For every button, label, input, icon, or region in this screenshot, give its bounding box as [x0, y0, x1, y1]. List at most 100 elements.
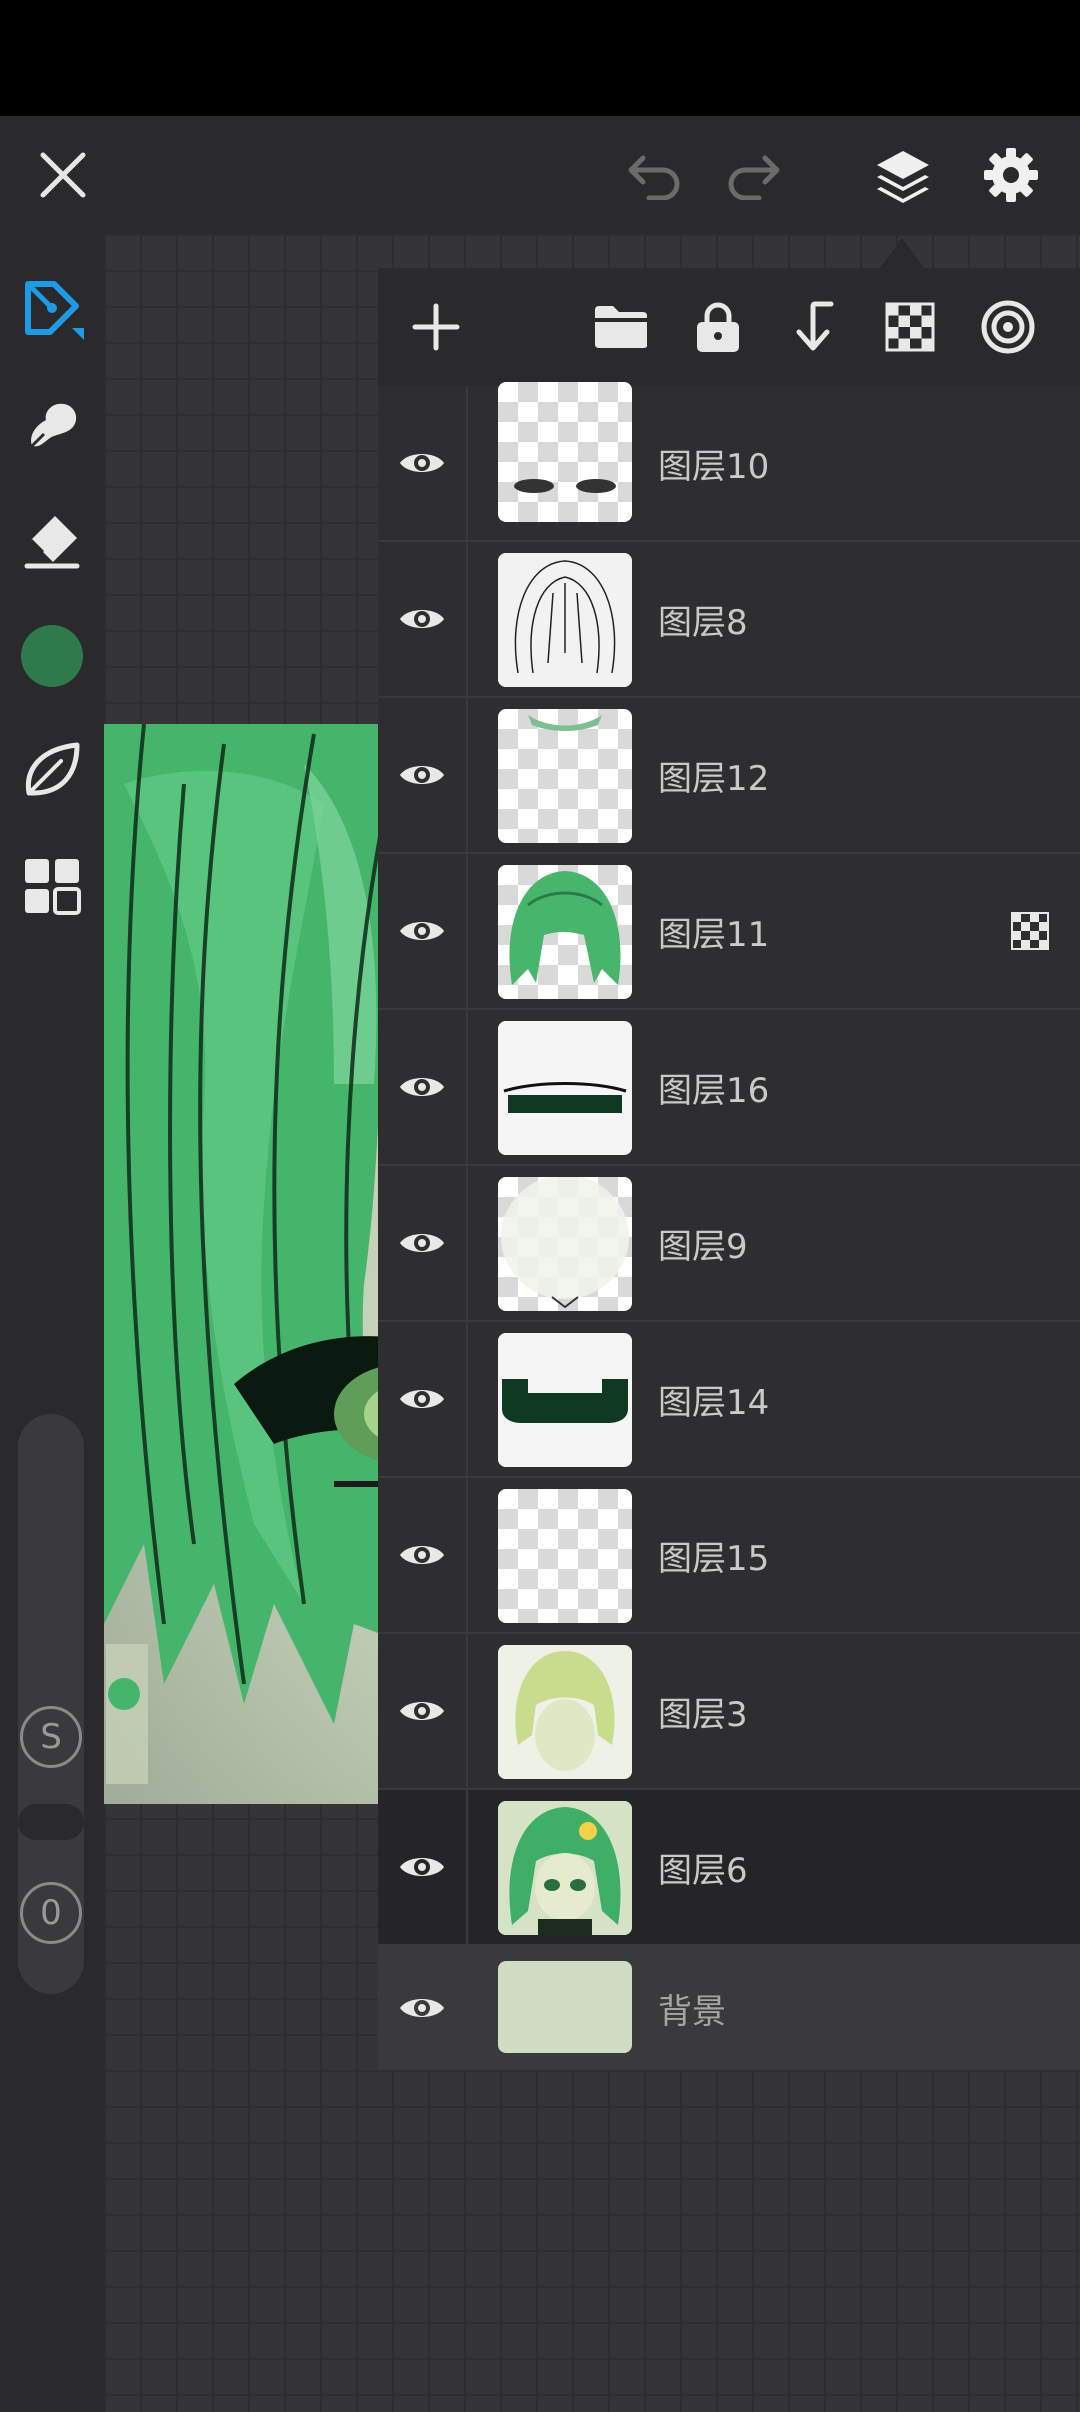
top-bar	[0, 116, 1080, 234]
new-folder-button[interactable]	[581, 268, 661, 386]
row-divider	[466, 1478, 468, 1632]
left-toolbar: S 0	[0, 234, 104, 2412]
row-divider	[466, 386, 468, 540]
eye-icon	[400, 1390, 444, 1408]
layer-row[interactable]: 图层9	[378, 1166, 1080, 1322]
status-bar	[0, 0, 1080, 116]
row-divider	[466, 698, 468, 852]
lock-icon	[697, 302, 739, 352]
layers-button[interactable]	[848, 116, 958, 234]
layer-name: 背景	[658, 1991, 726, 2032]
layer-thumbnail	[498, 1021, 632, 1155]
layer-row[interactable]: 图层16	[378, 1010, 1080, 1166]
undo-button[interactable]	[600, 116, 710, 234]
blend-icon	[981, 300, 1035, 354]
color-picker-button[interactable]	[0, 606, 104, 706]
add-layer-button[interactable]	[396, 268, 476, 386]
eye-icon	[400, 610, 444, 628]
layer-thumbnail	[498, 709, 632, 843]
merge-down-icon	[796, 301, 834, 351]
layer-row[interactable]: 图层15	[378, 1478, 1080, 1634]
visibility-toggle[interactable]	[378, 386, 466, 540]
row-divider	[466, 542, 468, 696]
redo-icon	[728, 155, 780, 200]
layer-row[interactable]: 图层8	[378, 542, 1080, 698]
visibility-toggle[interactable]	[378, 1478, 466, 1632]
eye-icon	[400, 454, 444, 472]
brush-library-button[interactable]	[0, 720, 104, 820]
layer-name: 图层8	[658, 602, 748, 643]
eye-icon	[400, 1702, 444, 1720]
layer-name: 图层12	[658, 758, 770, 799]
visibility-toggle[interactable]	[378, 1946, 466, 2070]
smudge-icon	[30, 403, 77, 448]
layer-name: 图层10	[658, 446, 770, 487]
close-icon	[40, 152, 86, 198]
settings-button[interactable]	[956, 116, 1066, 234]
eye-icon	[400, 1546, 444, 1564]
layer-row[interactable]: 图层14	[378, 1322, 1080, 1478]
size-label: S	[20, 1706, 82, 1768]
leaf-brush-icon	[25, 742, 80, 796]
eye-icon	[400, 1078, 444, 1096]
transparency-button[interactable]	[870, 268, 950, 386]
background-color-thumbnail	[498, 1961, 632, 2053]
pen-tool-button[interactable]	[0, 258, 104, 358]
layer-thumbnail	[498, 1645, 632, 1779]
layer-row[interactable]: 图层10	[378, 382, 1080, 542]
layer-row[interactable]: 图层3	[378, 1634, 1080, 1790]
eye-icon	[400, 1234, 444, 1252]
close-button[interactable]	[8, 116, 118, 234]
add-layer-icon	[412, 303, 460, 351]
row-divider	[466, 1322, 468, 1476]
layers-panel-header	[378, 268, 1080, 386]
layer-name: 图层11	[658, 914, 770, 955]
visibility-toggle[interactable]	[378, 1322, 466, 1476]
opacity-label: 0	[20, 1882, 82, 1944]
layer-list: 图层10 图层8 图层12 图层11 图层16 图层9 图层14 图层15 图层…	[378, 382, 1080, 2070]
layer-name: 图层16	[658, 1070, 770, 1111]
layer-thumbnail	[498, 1333, 632, 1467]
slider-gap	[18, 1804, 84, 1840]
transparency-icon	[885, 302, 935, 352]
layer-name: 图层6	[658, 1850, 748, 1891]
blend-mode-button[interactable]	[968, 268, 1048, 386]
layers-panel: 图层10 图层8 图层12 图层11 图层16 图层9 图层14 图层15 图层…	[378, 268, 1080, 2070]
visibility-toggle[interactable]	[378, 1166, 466, 1320]
current-color-swatch	[21, 625, 83, 687]
tools-menu-button[interactable]	[0, 836, 104, 936]
eraser-icon	[24, 516, 80, 569]
alpha-lock-icon	[1011, 912, 1049, 950]
layer-row[interactable]: 图层11	[378, 854, 1080, 1010]
visibility-toggle[interactable]	[378, 1790, 466, 1944]
layer-row[interactable]: 图层12	[378, 698, 1080, 854]
visibility-toggle[interactable]	[378, 854, 466, 1008]
layer-thumbnail	[498, 1489, 632, 1623]
row-divider	[466, 1166, 468, 1320]
layer-thumbnail	[498, 553, 632, 687]
visibility-toggle[interactable]	[378, 1634, 466, 1788]
panel-pointer	[880, 238, 924, 268]
layer-name: 图层14	[658, 1382, 770, 1423]
layer-name: 图层3	[658, 1694, 748, 1735]
layer-row-selected[interactable]: 图层6	[378, 1790, 1080, 1946]
merge-down-button[interactable]	[774, 268, 854, 386]
eye-icon	[400, 766, 444, 784]
layer-thumbnail	[498, 1177, 632, 1311]
alpha-lock-indicator[interactable]	[1000, 854, 1060, 1008]
grid-tools-icon	[25, 859, 81, 915]
eraser-tool-button[interactable]	[0, 490, 104, 590]
lock-layer-button[interactable]	[678, 268, 758, 386]
background-layer-row[interactable]: 背景	[378, 1946, 1080, 2070]
row-divider	[466, 1634, 468, 1788]
visibility-toggle[interactable]	[378, 1010, 466, 1164]
gear-icon	[984, 148, 1038, 202]
layer-thumbnail	[498, 865, 632, 999]
row-divider	[466, 854, 468, 1008]
visibility-toggle[interactable]	[378, 542, 466, 696]
redo-button[interactable]	[698, 116, 808, 234]
layer-thumbnail	[498, 382, 632, 522]
smudge-tool-button[interactable]	[0, 374, 104, 474]
visibility-toggle[interactable]	[378, 698, 466, 852]
row-divider	[466, 1010, 468, 1164]
